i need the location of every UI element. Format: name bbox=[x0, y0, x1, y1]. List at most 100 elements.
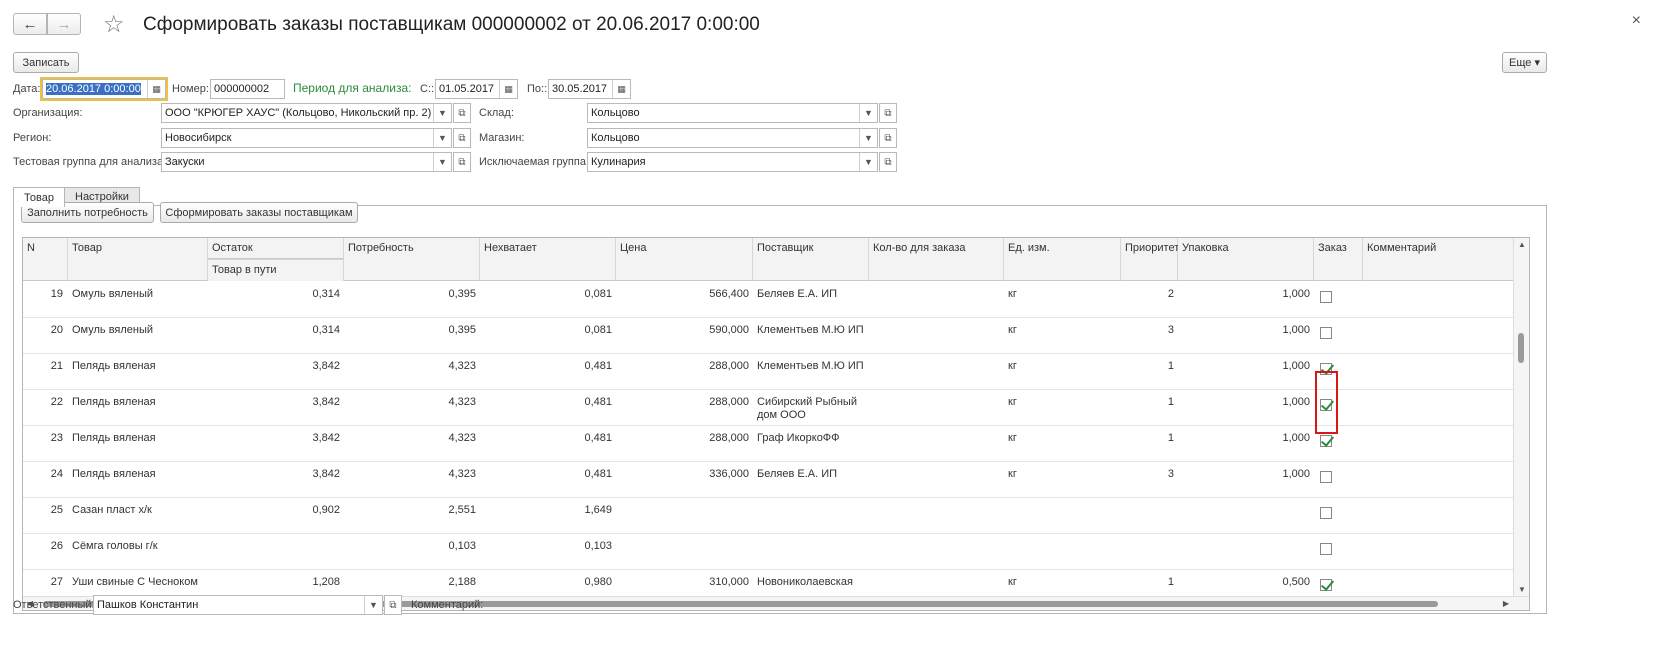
store-select[interactable]: Кольцово ▼ bbox=[587, 128, 878, 148]
from-label: С:: bbox=[420, 83, 435, 95]
period-label: Период для анализа: bbox=[293, 81, 412, 95]
calendar-icon[interactable]: ▦ bbox=[147, 80, 165, 98]
scroll-right-icon[interactable]: ▶ bbox=[1503, 599, 1509, 608]
order-checkbox[interactable] bbox=[1320, 507, 1332, 519]
open-warehouse-icon[interactable]: ⧉ bbox=[879, 103, 897, 123]
col-header-priority[interactable]: Приоритет bbox=[1121, 238, 1179, 281]
col-header-qty[interactable]: Кол-во для заказа bbox=[869, 238, 1004, 281]
col-header-price[interactable]: Цена bbox=[616, 238, 753, 281]
open-test-group-icon[interactable]: ⧉ bbox=[453, 152, 471, 172]
cell-need: 4,323 bbox=[448, 396, 476, 408]
col-header-need[interactable]: Потребность bbox=[344, 238, 480, 281]
cell-pack: 1,000 bbox=[1282, 432, 1310, 444]
cell-n: 19 bbox=[50, 288, 63, 300]
chevron-down-icon[interactable]: ▼ bbox=[859, 104, 877, 122]
cell-supplier: Клементьев М.Ю ИП bbox=[757, 324, 864, 336]
order-checkbox[interactable] bbox=[1320, 579, 1332, 591]
cell-price: 288,000 bbox=[709, 396, 749, 408]
table-row[interactable]: 23 Пелядь вяленая 3,842 4,323 0,481 288,000 Гр… bbox=[23, 426, 1513, 462]
scroll-up-icon[interactable]: ▲ bbox=[1518, 240, 1526, 249]
table-row[interactable]: 20 Омуль вяленый 0,314 0,395 0,081 590,000 Кле… bbox=[23, 318, 1513, 354]
cell-n: 23 bbox=[50, 432, 63, 444]
order-highlight-box bbox=[1315, 371, 1338, 434]
number-field[interactable]: 000000002 bbox=[210, 79, 285, 99]
warehouse-select[interactable]: Кольцово ▼ bbox=[587, 103, 878, 123]
test-group-label: Тестовая группа для анализа: bbox=[13, 156, 167, 168]
save-button[interactable]: Записать bbox=[13, 52, 79, 73]
date-label: Дата: bbox=[13, 83, 41, 95]
back-button[interactable]: ← bbox=[13, 13, 47, 35]
cell-priority: 1 bbox=[1167, 360, 1174, 372]
order-checkbox[interactable] bbox=[1320, 543, 1332, 555]
cell-stock: 0,314 bbox=[312, 324, 340, 336]
org-select[interactable]: ООО "КРЮГЕР ХАУС" (Кольцово, Никольский … bbox=[161, 103, 452, 123]
open-store-icon[interactable]: ⧉ bbox=[879, 128, 897, 148]
col-header-order[interactable]: Заказ bbox=[1314, 238, 1363, 281]
table-row[interactable]: 26 Сёмга головы г/к 0,103 0,103 bbox=[23, 534, 1513, 570]
cell-n: 25 bbox=[50, 504, 63, 516]
table-row[interactable]: 24 Пелядь вяленая 3,842 4,323 0,481 336,000 Бе… bbox=[23, 462, 1513, 498]
cell-priority: 2 bbox=[1167, 288, 1174, 300]
col-header-in-transit[interactable]: Товар в пути bbox=[208, 259, 344, 281]
scroll-down-icon[interactable]: ▼ bbox=[1518, 585, 1526, 594]
create-orders-button[interactable]: Сформировать заказы поставщикам bbox=[160, 202, 358, 223]
to-date-field[interactable]: 30.05.2017 ▦ bbox=[548, 79, 631, 99]
cell-stock: 3,842 bbox=[312, 396, 340, 408]
col-header-product[interactable]: Товар bbox=[68, 238, 208, 281]
chevron-down-icon[interactable]: ▼ bbox=[859, 129, 877, 147]
chevron-down-icon[interactable]: ▼ bbox=[433, 129, 451, 147]
test-group-select[interactable]: Закуски ▼ bbox=[161, 152, 452, 172]
calendar-icon[interactable]: ▦ bbox=[499, 80, 517, 98]
chevron-down-icon[interactable]: ▼ bbox=[433, 104, 451, 122]
table-row[interactable]: 25 Сазан пласт х/к 0,902 2,551 1,649 bbox=[23, 498, 1513, 534]
col-header-shortage[interactable]: Нехватает bbox=[480, 238, 616, 281]
calendar-icon[interactable]: ▦ bbox=[612, 80, 630, 98]
cell-shortage: 0,481 bbox=[584, 396, 612, 408]
col-header-supplier[interactable]: Поставщик bbox=[753, 238, 869, 281]
open-responsible-icon[interactable]: ⧉ bbox=[384, 595, 402, 615]
col-header-pack[interactable]: Упаковка bbox=[1178, 238, 1314, 281]
from-date-field[interactable]: 01.05.2017 ▦ bbox=[435, 79, 518, 99]
tab-goods[interactable]: Товар bbox=[13, 187, 65, 207]
open-region-icon[interactable]: ⧉ bbox=[453, 128, 471, 148]
chevron-down-icon[interactable]: ▼ bbox=[433, 153, 451, 171]
order-checkbox[interactable] bbox=[1320, 291, 1332, 303]
more-button[interactable]: Еще ▾ bbox=[1502, 52, 1547, 73]
chevron-down-icon[interactable]: ▼ bbox=[364, 596, 382, 614]
cell-stock: 0,902 bbox=[312, 504, 340, 516]
close-icon[interactable]: × bbox=[1632, 12, 1641, 30]
chevron-down-icon[interactable]: ▼ bbox=[859, 153, 877, 171]
table-row[interactable]: 22 Пелядь вяленая 3,842 4,323 0,481 288,000 Си… bbox=[23, 390, 1513, 426]
cell-product: Уши свиные С Чесноком bbox=[72, 576, 198, 588]
col-header-unit[interactable]: Ед. изм. bbox=[1004, 238, 1121, 281]
date-value: 20.06.2017 0:00:00 bbox=[46, 83, 141, 95]
region-select[interactable]: Новосибирск ▼ bbox=[161, 128, 452, 148]
date-field[interactable]: 20.06.2017 0:00:00 ▦ bbox=[40, 77, 168, 101]
cell-pack: 1,000 bbox=[1282, 288, 1310, 300]
order-checkbox[interactable] bbox=[1320, 435, 1332, 447]
open-org-icon[interactable]: ⧉ bbox=[453, 103, 471, 123]
cell-product: Пелядь вяленая bbox=[72, 432, 156, 444]
vertical-scroll-thumb[interactable] bbox=[1518, 333, 1524, 363]
vertical-scrollbar[interactable]: ▲ ▼ bbox=[1513, 238, 1529, 610]
responsible-label: Ответственный: bbox=[13, 599, 95, 611]
table-row[interactable]: 21 Пелядь вяленая 3,842 4,323 0,481 288,000 Кл… bbox=[23, 354, 1513, 390]
cell-unit: кг bbox=[1008, 432, 1017, 444]
excluded-group-label: Исключаемая группа: bbox=[479, 156, 590, 168]
responsible-select[interactable]: Пашков Константин ▼ bbox=[93, 595, 383, 615]
cell-supplier: Граф ИкоркоФФ bbox=[757, 432, 840, 444]
favorite-star-icon[interactable]: ☆ bbox=[103, 10, 125, 39]
warehouse-label: Склад: bbox=[479, 107, 514, 119]
excluded-group-select[interactable]: Кулинария ▼ bbox=[587, 152, 878, 172]
col-header-n[interactable]: N bbox=[23, 238, 68, 281]
cell-need: 4,323 bbox=[448, 432, 476, 444]
col-header-stock[interactable]: Остаток bbox=[208, 238, 344, 259]
forward-button[interactable]: → bbox=[47, 13, 81, 35]
col-header-comment[interactable]: Комментарий bbox=[1363, 238, 1515, 281]
open-excluded-group-icon[interactable]: ⧉ bbox=[879, 152, 897, 172]
table-row[interactable]: 19 Омуль вяленый 0,314 0,395 0,081 566,400 Бел… bbox=[23, 282, 1513, 318]
goods-table[interactable]: N Товар Остаток Товар в пути Потребность… bbox=[22, 237, 1530, 611]
order-checkbox[interactable] bbox=[1320, 327, 1332, 339]
order-checkbox[interactable] bbox=[1320, 471, 1332, 483]
cell-price: 288,000 bbox=[709, 360, 749, 372]
